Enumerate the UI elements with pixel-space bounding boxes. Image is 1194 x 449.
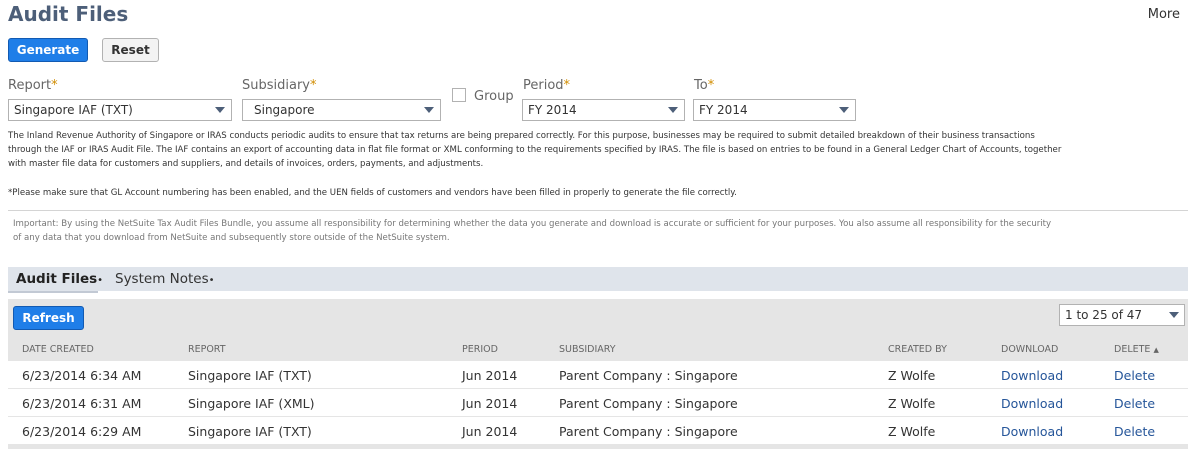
- cell-period: Jun 2014: [462, 368, 518, 383]
- cell-report: Singapore IAF (TXT): [188, 368, 312, 383]
- download-link[interactable]: Download: [1001, 424, 1063, 439]
- period-label-text: Period: [523, 78, 564, 93]
- chevron-down-icon: [215, 107, 225, 113]
- tab-system-notes[interactable]: System Notes•: [115, 271, 215, 287]
- cell-subsidiary: Parent Company : Singapore: [559, 424, 738, 439]
- column-header-subsidiary[interactable]: SUBSIDIARY: [559, 344, 616, 355]
- group-label: Group: [474, 89, 514, 104]
- to-label-text: To: [694, 78, 708, 93]
- tab-label: Audit Files: [16, 271, 98, 287]
- column-header-report[interactable]: REPORT: [188, 344, 226, 355]
- generate-button[interactable]: Generate: [8, 38, 88, 62]
- subsidiary-select-value: Singapore: [254, 103, 315, 117]
- group-checkbox[interactable]: [452, 88, 466, 102]
- description-text: The Inland Revenue Authority of Singapor…: [8, 129, 1188, 171]
- description-line: The Inland Revenue Authority of Singapor…: [8, 131, 1035, 141]
- download-link[interactable]: Download: [1001, 396, 1063, 411]
- cell-period: Jun 2014: [462, 396, 518, 411]
- cell-created-by: Z Wolfe: [888, 424, 936, 439]
- table-header: DATE CREATED REPORT PERIOD SUBSIDIARY CR…: [8, 337, 1188, 361]
- column-header-download[interactable]: DOWNLOAD: [1001, 344, 1058, 355]
- report-select-value: Singapore IAF (TXT): [14, 103, 133, 117]
- subtab-bar: Audit Files• System Notes•: [8, 267, 1188, 291]
- cell-subsidiary: Parent Company : Singapore: [559, 396, 738, 411]
- chevron-down-icon: [424, 107, 434, 113]
- reset-button[interactable]: Reset: [102, 38, 159, 62]
- sort-ascending-icon: ▲: [1153, 346, 1159, 354]
- cell-report: Singapore IAF (XML): [188, 396, 315, 411]
- report-select[interactable]: Singapore IAF (TXT): [8, 99, 232, 121]
- cell-subsidiary: Parent Company : Singapore: [559, 368, 738, 383]
- divider: [8, 210, 1188, 211]
- delete-link[interactable]: Delete: [1114, 368, 1155, 383]
- delete-link[interactable]: Delete: [1114, 424, 1155, 439]
- cell-report: Singapore IAF (TXT): [188, 424, 312, 439]
- delete-link[interactable]: Delete: [1114, 396, 1155, 411]
- column-header-date-created[interactable]: DATE CREATED: [22, 344, 94, 355]
- active-tab-indicator: [8, 291, 98, 293]
- download-link[interactable]: Download: [1001, 368, 1063, 383]
- description-line: through the IAF or IRAS Audit File. The …: [8, 145, 1062, 155]
- page-title: Audit Files: [8, 2, 129, 26]
- important-line: Important: By using the NetSuite Tax Aud…: [13, 219, 1052, 229]
- to-select-value: FY 2014: [699, 103, 748, 117]
- cell-date-created: 6/23/2014 6:31 AM: [22, 396, 142, 411]
- required-mark: *: [707, 78, 715, 93]
- required-mark: *: [51, 78, 58, 93]
- column-header-created-by[interactable]: CREATED BY: [888, 344, 947, 355]
- important-line: of any data that you download from NetSu…: [13, 233, 450, 243]
- period-select[interactable]: FY 2014: [522, 99, 685, 121]
- tab-label: System Notes: [115, 271, 209, 287]
- period-select-value: FY 2014: [528, 103, 577, 117]
- to-select[interactable]: FY 2014: [693, 99, 856, 121]
- description-line: with master file data for customers and …: [8, 159, 484, 169]
- description-note: *Please make sure that GL Account number…: [8, 188, 737, 198]
- refresh-button[interactable]: Refresh: [13, 306, 84, 330]
- required-mark: *: [310, 78, 317, 93]
- cell-date-created: 6/23/2014 6:34 AM: [22, 368, 142, 383]
- period-label: Period*: [523, 78, 570, 93]
- tab-audit-files[interactable]: Audit Files•: [16, 271, 103, 287]
- to-label: To*: [694, 78, 714, 93]
- subsidiary-label: Subsidiary*: [242, 78, 317, 93]
- pager-select[interactable]: 1 to 25 of 47: [1059, 304, 1185, 326]
- more-menu[interactable]: More: [1148, 7, 1180, 22]
- report-label: Report*: [8, 78, 58, 93]
- table-row: 6/23/2014 6:31 AM Singapore IAF (XML) Jun …: [8, 389, 1188, 417]
- cell-created-by: Z Wolfe: [888, 396, 936, 411]
- column-header-delete-label: DELETE: [1114, 344, 1151, 355]
- table-row: 6/23/2014 6:29 AM Singapore IAF (TXT) Jun …: [8, 417, 1188, 445]
- important-notice: Important: By using the NetSuite Tax Aud…: [13, 217, 1185, 245]
- column-header-period[interactable]: PERIOD: [462, 344, 498, 355]
- subsidiary-label-text: Subsidiary: [242, 78, 310, 93]
- report-label-text: Report: [8, 78, 52, 93]
- column-header-delete[interactable]: DELETE ▲: [1114, 344, 1159, 355]
- required-mark: *: [563, 78, 571, 93]
- table-row: 6/23/2014 6:34 AM Singapore IAF (TXT) Jun …: [8, 361, 1188, 389]
- tab-marker: •: [97, 275, 104, 286]
- tab-marker: •: [208, 275, 215, 286]
- cell-created-by: Z Wolfe: [888, 368, 936, 383]
- pager-value: 1 to 25 of 47: [1065, 308, 1143, 322]
- chevron-down-icon: [668, 107, 678, 113]
- chevron-down-icon: [839, 107, 849, 113]
- chevron-down-icon: [1169, 312, 1179, 318]
- cell-date-created: 6/23/2014 6:29 AM: [22, 424, 142, 439]
- subsidiary-select[interactable]: Singapore: [242, 99, 441, 121]
- cell-period: Jun 2014: [462, 424, 518, 439]
